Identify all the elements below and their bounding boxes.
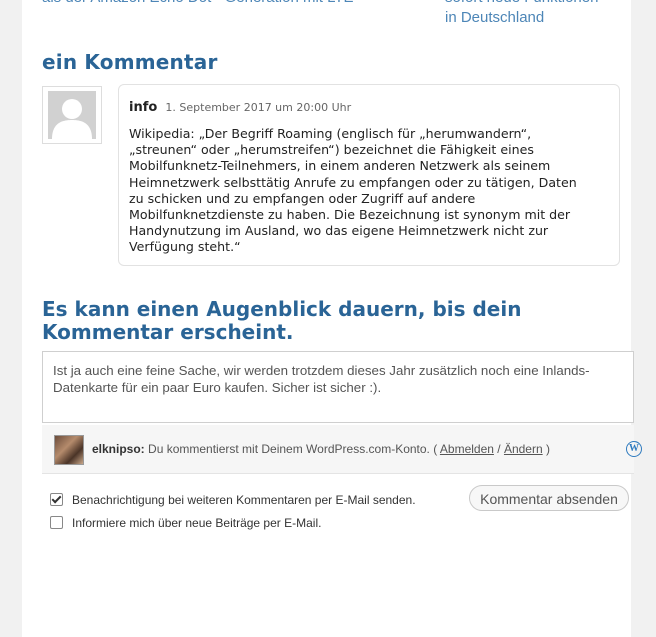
notify-comments-label: Benachrichtigung bei weiteren Kommentare… [72,493,416,507]
comment-author[interactable]: info [129,100,157,115]
notify-posts-checkbox[interactable] [50,516,63,529]
avatar [42,86,102,144]
comment-meta: info 1. September 2017 um 20:00 Uhr [129,96,351,115]
user-avatar [54,435,84,465]
comment: info 1. September 2017 um 20:00 Uhr Wiki… [118,84,620,266]
comment-textarea[interactable]: Ist ja auch eine feine Sache, wir werden… [42,351,634,423]
identity-close: ) [542,442,550,456]
next-post-line-1: sofort neue Funktionen [445,0,625,8]
default-avatar-icon [48,91,96,139]
comments-title: ein Kommentar [42,50,218,74]
previous-post-link[interactable]: als der Amazon Echo Dot - Generation mit… [42,0,402,8]
identity-bar: elknipso: Du kommentierst mit Deinem Wor… [42,425,642,474]
comment-date[interactable]: 1. September 2017 um 20:00 Uhr [165,101,351,114]
reply-title: Es kann einen Augenblick dauern, bis dei… [42,297,522,344]
content-area: als der Amazon Echo Dot - Generation mit… [22,0,642,637]
identity-text: elknipso: Du kommentierst mit Deinem Wor… [92,442,550,456]
identity-username: elknipso: [92,442,145,456]
notify-comments-checkbox[interactable] [50,493,63,506]
identity-message: Du kommentierst mit Deinem WordPress.com… [144,442,440,456]
change-account-link[interactable]: Ändern [504,442,543,456]
identity-separator: / [493,442,504,456]
notify-posts-label: Informiere mich über neue Beiträge per E… [72,516,322,530]
notify-comments-option[interactable]: Benachrichtigung bei weiteren Kommentare… [50,493,416,507]
notify-posts-option[interactable]: Informiere mich über neue Beiträge per E… [50,516,321,530]
next-post-link[interactable]: sofort neue Funktionen in Deutschland [445,0,625,28]
submit-comment-button[interactable]: Kommentar absenden [469,485,629,511]
wordpress-icon: W [626,441,642,457]
comment-text: Wikipedia: „Der Begriff Roaming (englisc… [129,126,577,255]
next-post-line-2: in Deutschland [445,9,545,26]
logout-link[interactable]: Abmelden [440,442,494,456]
